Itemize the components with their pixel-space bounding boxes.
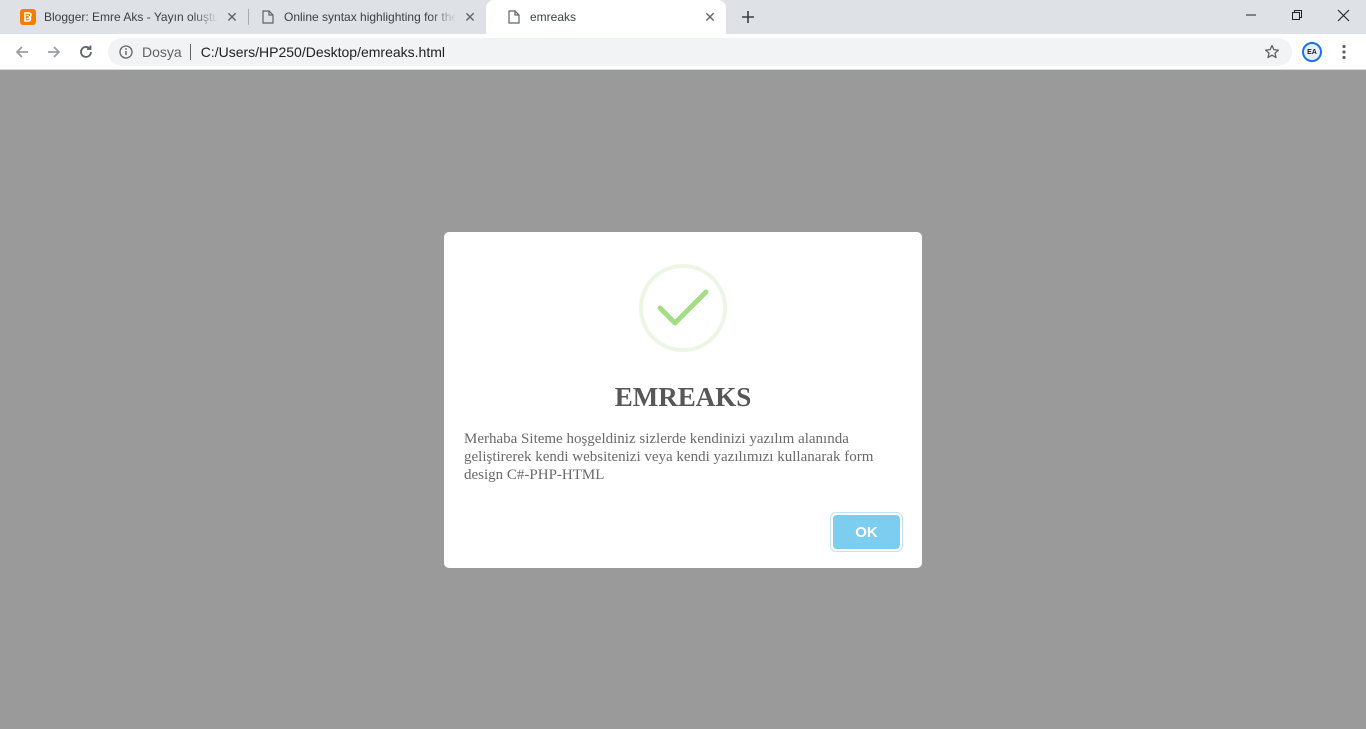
tab-title: Online syntax highlighting for the web	[284, 10, 456, 24]
ok-button[interactable]: OK	[833, 515, 900, 549]
close-icon	[1337, 9, 1349, 21]
arrow-left-icon	[15, 46, 28, 58]
browser-toolbar: Dosya C:/Users/HP250/Desktop/emreaks.htm…	[0, 34, 1366, 70]
blogger-icon	[20, 9, 36, 25]
close-icon[interactable]: ✕	[224, 9, 240, 25]
window-close-button[interactable]	[1320, 0, 1366, 30]
tab-blogger[interactable]: Blogger: Emre Aks - Yayın oluştur ✕	[0, 0, 248, 34]
checkmark-icon	[657, 289, 709, 326]
info-icon[interactable]	[118, 44, 134, 60]
new-tab-button[interactable]	[736, 5, 760, 29]
restore-icon	[1292, 10, 1302, 20]
page-icon	[260, 9, 276, 25]
address-divider	[189, 44, 191, 60]
dialog-message: Merhaba Siteme hoşgeldiniz sizlerde kend…	[464, 431, 874, 483]
alert-dialog: EMREAKS Merhaba Siteme hoşgeldiniz sizle…	[444, 232, 922, 568]
minimize-button[interactable]	[1228, 0, 1274, 30]
tab-title: Blogger: Emre Aks - Yayın oluştur	[44, 10, 218, 24]
back-button[interactable]	[8, 38, 36, 66]
tab-title: emreaks	[530, 10, 577, 24]
reload-button[interactable]	[72, 38, 100, 66]
minimize-icon	[1246, 14, 1256, 16]
address-scheme-label: Dosya	[142, 44, 182, 60]
bookmark-star-icon[interactable]	[1264, 44, 1280, 60]
tab-syntax-highlighting[interactable]: Online syntax highlighting for the web ✕	[240, 0, 486, 34]
arrow-right-icon	[48, 46, 61, 58]
close-icon[interactable]: ✕	[702, 9, 718, 25]
browser-menu-button[interactable]	[1333, 40, 1355, 64]
forward-button[interactable]	[40, 38, 68, 66]
reload-icon	[80, 45, 92, 58]
success-icon	[639, 264, 727, 352]
ok-button-focus-ring: OK	[830, 512, 903, 552]
profile-avatar[interactable]: EA	[1302, 42, 1322, 62]
more-vert-icon	[1342, 44, 1346, 60]
restore-button[interactable]	[1274, 0, 1320, 30]
dialog-title: EMREAKS	[614, 382, 752, 412]
close-icon[interactable]: ✕	[462, 9, 478, 25]
page-icon	[506, 9, 522, 25]
plus-icon	[742, 11, 754, 23]
address-bar[interactable]: Dosya C:/Users/HP250/Desktop/emreaks.htm…	[108, 38, 1292, 66]
tab-strip: Blogger: Emre Aks - Yayın oluştur ✕ Onli…	[0, 0, 1366, 34]
tab-emreaks[interactable]: emreaks ✕	[486, 0, 726, 34]
address-url[interactable]: C:/Users/HP250/Desktop/emreaks.html	[201, 44, 445, 60]
page-overlay[interactable]: EMREAKS Merhaba Siteme hoşgeldiniz sizle…	[0, 70, 1366, 729]
